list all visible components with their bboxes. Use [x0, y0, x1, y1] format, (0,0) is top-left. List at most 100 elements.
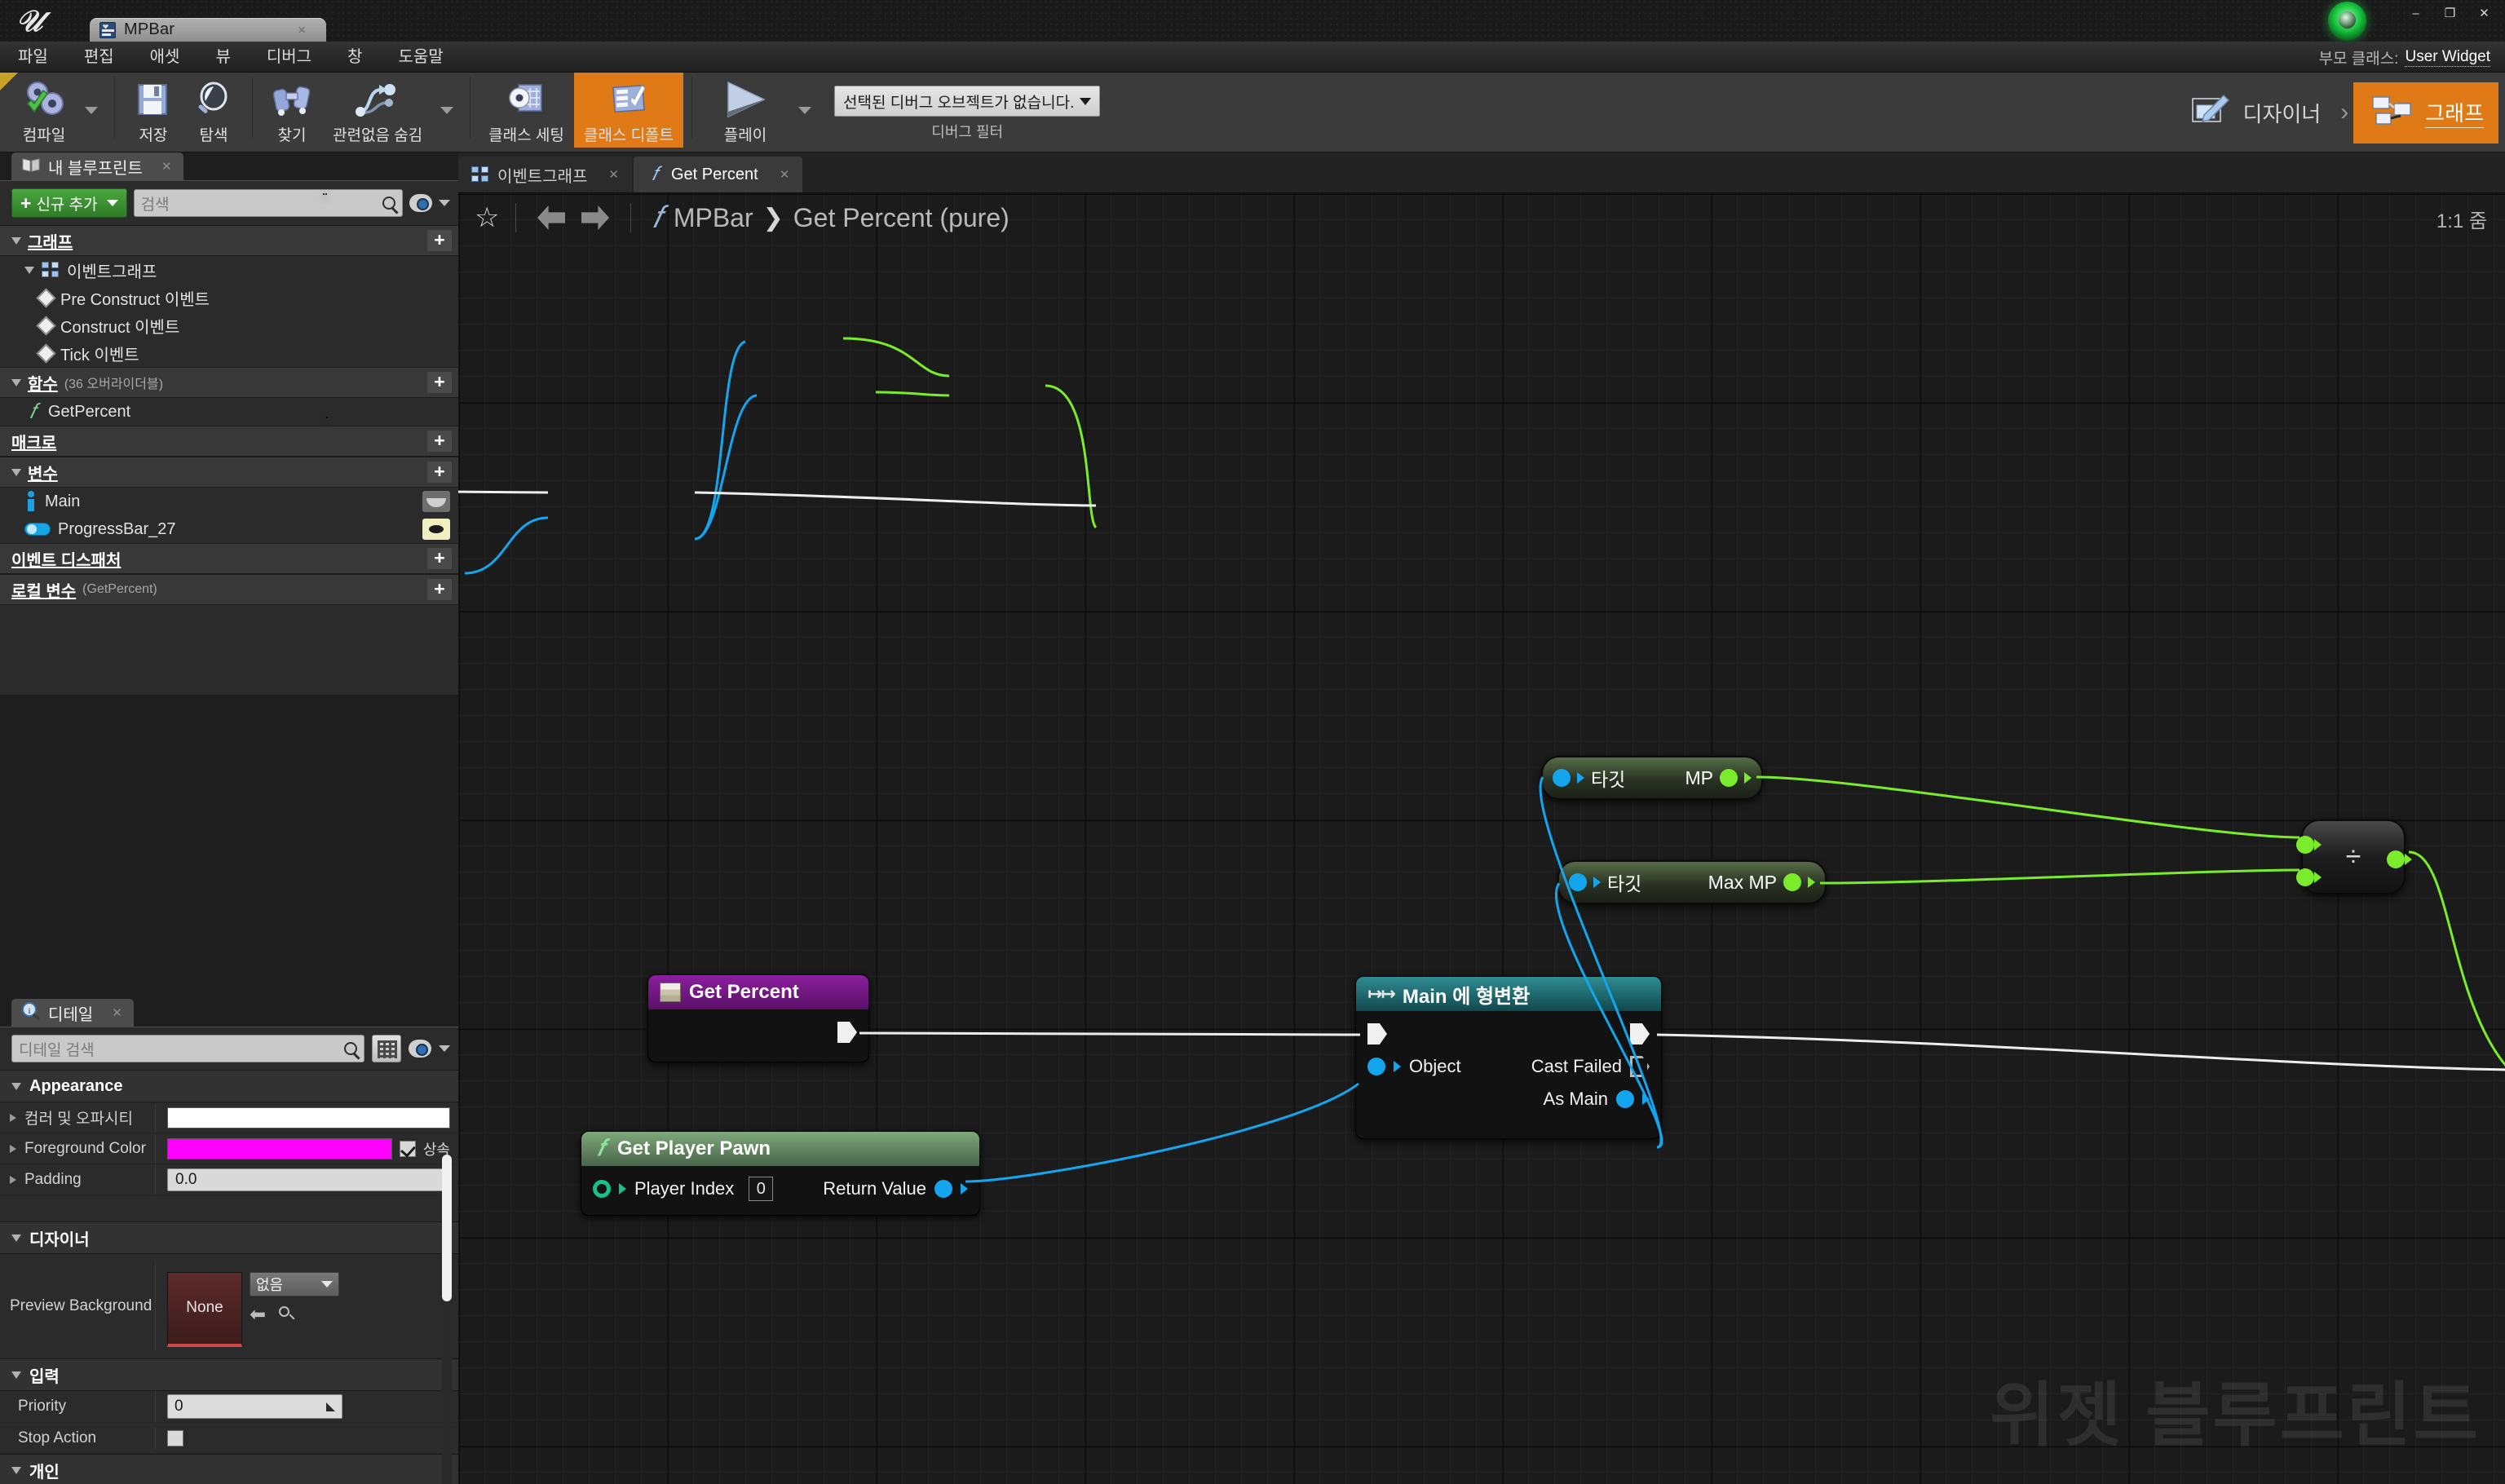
widget-blueprint-icon	[99, 21, 116, 38]
priority-value: 0	[175, 1398, 183, 1415]
menu-item-file[interactable]: 파일	[0, 42, 66, 73]
details-section-appearance[interactable]: Appearance	[0, 1070, 458, 1102]
foreground-color-swatch[interactable]	[167, 1137, 392, 1159]
section-header-variables[interactable]: 변수 +	[0, 457, 458, 488]
play-dropdown[interactable]	[790, 73, 820, 148]
tree-item-construct[interactable]: Construct 이벤트	[0, 311, 458, 339]
tab-get-percent[interactable]: 𝑓 Get Percent ✕	[633, 157, 803, 192]
tree-item-variable-progressbar[interactable]: ProgressBar_27	[0, 515, 458, 543]
triangle-collapsed-icon[interactable]	[10, 1113, 16, 1122]
stepper-icon[interactable]	[326, 1402, 335, 1411]
menu-item-help[interactable]: 도움말	[380, 42, 461, 73]
blueprint-search-input[interactable]: 검색	[133, 189, 403, 217]
details-section-personal[interactable]: 개인	[0, 1454, 458, 1484]
stop-action-checkbox[interactable]	[167, 1429, 183, 1446]
play-button[interactable]: 플레이	[700, 73, 790, 148]
add-function-button[interactable]: +	[427, 372, 452, 393]
add-graph-button[interactable]: +	[427, 230, 452, 251]
chevron-down-icon[interactable]	[439, 200, 450, 206]
tree-item-event-graph[interactable]: 이벤트그래프	[0, 256, 458, 284]
triangle-expanded-icon	[11, 1082, 21, 1090]
tree-item-pre-construct[interactable]: Pre Construct 이벤트	[0, 284, 458, 311]
graph-canvas[interactable]: ☆ 𝑓 MPBar ❯ Get Percent (pure) 1:1 줌	[323, 193, 2505, 1484]
node-function-entry[interactable]	[326, 417, 328, 418]
window-tab-mpbar[interactable]: MPBar ×	[90, 18, 326, 42]
play-label: 플레이	[723, 127, 767, 144]
graph-mode-button[interactable]: 그래프	[2353, 82, 2498, 144]
maximize-icon[interactable]: ❐	[2436, 2, 2464, 24]
class-defaults-button[interactable]: 클래스 디폴트	[573, 73, 684, 148]
compile-button[interactable]: 컴파일	[11, 73, 77, 148]
triangle-expanded-icon	[11, 1234, 21, 1242]
tree-item-getpercent[interactable]: 𝑓 GetPercent	[0, 398, 458, 426]
menu-item-window[interactable]: 창	[329, 42, 380, 73]
hide-unrelated-dropdown[interactable]	[432, 73, 462, 148]
details-scrollbar[interactable]	[442, 1155, 452, 1484]
my-blueprint-tab[interactable]: 내 블루프린트 ✕	[11, 152, 183, 180]
tab-event-graph[interactable]: 이벤트그래프 ✕	[458, 157, 632, 192]
chevron-down-icon[interactable]	[439, 1045, 450, 1052]
details-tab[interactable]: i 디테일 ✕	[11, 999, 134, 1027]
compile-dropdown[interactable]	[77, 73, 106, 148]
menu-item-asset[interactable]: 애셋	[132, 42, 198, 73]
browse-button[interactable]: 탐색	[183, 73, 244, 148]
color-swatch[interactable]	[167, 1106, 450, 1128]
node-get-percent-entry[interactable]	[325, 193, 327, 195]
priority-input[interactable]: 0	[167, 1394, 342, 1419]
details-section-designer[interactable]: 디자이너	[0, 1221, 458, 1254]
parent-class-info: 부모 클래스: User Widget	[2319, 42, 2498, 73]
close-icon[interactable]: ✕	[2470, 2, 2498, 24]
section-header-macros[interactable]: 매크로 +	[0, 426, 458, 457]
grid-view-button[interactable]	[372, 1035, 401, 1062]
save-button[interactable]: 저장	[123, 73, 183, 148]
tree-item-tick[interactable]: Tick 이벤트	[0, 339, 458, 367]
details-section-input[interactable]: 입력	[0, 1358, 458, 1391]
node-get-percent[interactable]	[323, 193, 325, 195]
visibility-eye-icon[interactable]	[422, 491, 450, 512]
triangle-collapsed-icon[interactable]	[10, 1144, 16, 1153]
parent-class-value[interactable]: User Widget	[2405, 48, 2490, 67]
add-local-variable-button[interactable]: +	[427, 579, 452, 600]
menu-item-view[interactable]: 뷰	[197, 42, 248, 73]
find-button[interactable]: 찾기	[261, 73, 323, 148]
add-new-button[interactable]: + 신규 추가	[11, 188, 127, 218]
section-header-local-variables[interactable]: 로컬 변수 (GetPercent) +	[0, 574, 458, 605]
close-icon[interactable]: ✕	[112, 1005, 122, 1020]
add-macro-button[interactable]: +	[427, 431, 452, 452]
minimize-icon[interactable]: –	[2401, 2, 2430, 24]
mode-switch: 디자이너 › 그래프	[2171, 77, 2498, 148]
menu-item-debug[interactable]: 디버그	[249, 42, 329, 73]
browse-asset-icon[interactable]	[279, 1306, 295, 1323]
triangle-collapsed-icon[interactable]	[10, 1175, 16, 1184]
visibility-eye-icon[interactable]	[422, 519, 450, 540]
visibility-eye-icon[interactable]	[409, 1040, 431, 1058]
section-header-functions[interactable]: 함수 (36 오버라이더블) +	[0, 367, 458, 398]
close-icon[interactable]: ✕	[608, 167, 619, 182]
details-search-input[interactable]: 디테일 검색	[11, 1035, 364, 1062]
inherit-checkbox[interactable]	[399, 1140, 416, 1157]
add-dispatcher-button[interactable]: +	[427, 548, 452, 569]
section-header-graphs[interactable]: 그래프 +	[0, 225, 458, 256]
preview-thumbnail[interactable]: None	[167, 1271, 242, 1347]
padding-input[interactable]: 0.0	[167, 1168, 450, 1191]
section-header-event-dispatchers[interactable]: 이벤트 디스패처 +	[0, 543, 458, 574]
visibility-eye-icon[interactable]	[409, 194, 432, 212]
debug-object-select[interactable]: 선택된 디버그 오브젝트가 없습니다.	[834, 86, 1101, 117]
menu-item-edit[interactable]: 편집	[66, 42, 132, 73]
floppy-save-icon	[134, 77, 173, 121]
graph-editor: 이벤트그래프 ✕ 𝑓 Get Percent ✕ ☆ 𝑓 MPBar ❯ Get…	[323, 152, 2505, 1484]
use-selected-asset-icon[interactable]: ⬅	[250, 1303, 266, 1327]
tree-item-variable-main[interactable]: Main	[0, 488, 458, 515]
designer-mode-button[interactable]: 디자이너	[2171, 82, 2336, 144]
book-icon	[21, 157, 41, 177]
class-settings-button[interactable]: 클래스 세팅	[479, 73, 574, 148]
preview-asset-select[interactable]: 없음	[250, 1271, 339, 1296]
detail-row-foreground-color: Foreground Color 상속	[0, 1133, 458, 1164]
close-icon[interactable]: ✕	[161, 159, 172, 174]
close-icon[interactable]: ✕	[780, 167, 790, 182]
add-variable-button[interactable]: +	[427, 462, 452, 483]
gear-document-icon	[506, 77, 548, 121]
class-settings-label: 클래스 세팅	[488, 127, 564, 144]
hide-unrelated-button[interactable]: 관련없음 숨김	[323, 73, 432, 148]
close-icon[interactable]: ×	[298, 22, 306, 38]
